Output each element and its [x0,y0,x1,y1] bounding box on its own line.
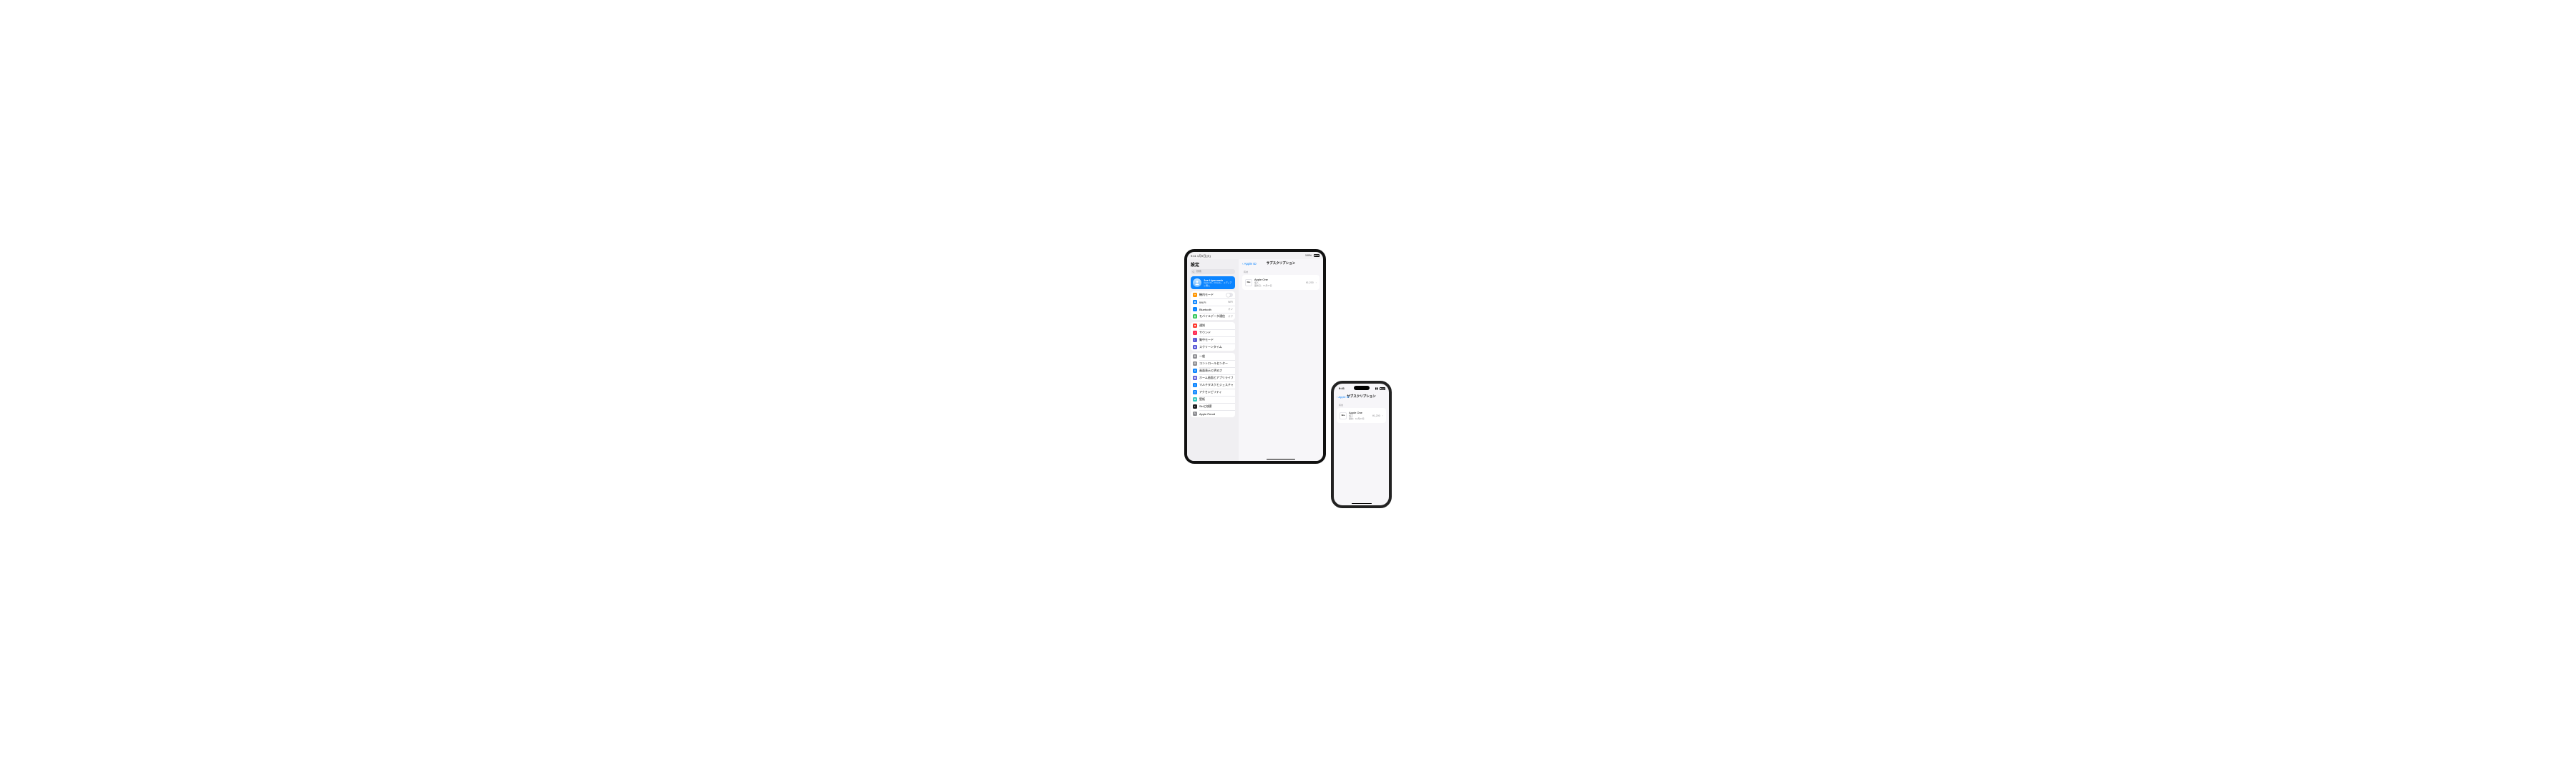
gear-icon: ⚙︎ [1193,354,1197,359]
apple-one-icon: One [1245,279,1252,286]
iphone-device: 9:41 ▮▮ ‹ Apple ID サブスクリプション 有効 One Appl… [1331,381,1392,508]
detail-title: サブスクリプション [1267,261,1296,266]
iphone-nav: ‹ Apple ID サブスクリプション [1334,392,1389,401]
ipad-status-bar: 9:41 1月9日(火) 100% [1187,252,1323,259]
search-icon [1192,271,1195,273]
status-battery-label: 100% [1305,254,1312,257]
screentime-icon: ⧗ [1193,345,1197,349]
row-general[interactable]: ⚙︎ 一般 [1191,353,1235,360]
row-control-center[interactable]: ⊞ コントロールセンター [1191,360,1235,367]
dynamic-island [1354,386,1370,390]
ipad-detail-nav: ‹ Apple ID サブスクリプション [1239,259,1323,268]
home-indicator [1352,503,1372,505]
siri-icon: ◐ [1193,404,1197,409]
apple-one-icon: One [1340,412,1347,419]
display-icon: A [1193,369,1197,373]
row-apple-pencil[interactable]: ✎ Apple Pencil [1191,410,1235,417]
accessibility-icon: ⦿ [1193,390,1197,394]
subscription-apple-one[interactable]: One Apple One 個人 更新日：10月27日 ¥1,200 › [1242,275,1319,290]
back-button[interactable]: ‹ Apple ID [1242,262,1257,266]
section-header-active: 有効 [1239,268,1323,275]
settings-group-notifications: ■ 通知 ♪ サウンド ☾ 集中モード ⧗ スクリーンタイム [1191,322,1235,351]
avatar [1193,278,1201,287]
row-wifi[interactable]: ◉ Wi-Fi WiFi [1191,298,1235,306]
chevron-right-icon: › [1382,414,1383,417]
pencil-icon: ✎ [1193,412,1197,416]
airplane-toggle[interactable] [1226,293,1233,297]
subscription-apple-one[interactable]: One Apple One 個人 更新：10月27日 ¥1,200 › [1337,408,1386,423]
row-focus[interactable]: ☾ 集中モード [1191,336,1235,344]
notification-icon: ■ [1193,324,1197,328]
row-bluetooth[interactable]: ⌵ Bluetooth オン [1191,306,1235,313]
ipad-detail-pane: ‹ Apple ID サブスクリプション 有効 One Apple One 個人… [1239,259,1323,461]
chevron-right-icon: › [1316,281,1317,284]
row-cellular[interactable]: ▮ モバイルデータ通信 オフ [1191,313,1235,320]
battery-icon [1380,387,1385,390]
row-homescreen[interactable]: ▦ ホーム画面とアプリライブラリ [1191,374,1235,381]
wallpaper-icon: ❀ [1193,397,1197,402]
device-showcase: 9:41 1月9日(火) 100% 設定 検索 Joe L [1184,249,1392,492]
row-notifications[interactable]: ■ 通知 [1191,322,1235,329]
settings-group-connectivity: ✈︎ 機内モード ◉ Wi-Fi WiFi ⌵ Bluetooth オン [1191,291,1235,320]
row-accessibility[interactable]: ⦿ アクセシビリティ [1191,389,1235,396]
control-center-icon: ⊞ [1193,361,1197,366]
signal-icon: ▮▮ [1375,386,1378,390]
focus-icon: ☾ [1193,338,1197,342]
multitask-icon: ▯ [1193,383,1197,387]
home-indicator [1267,459,1295,460]
cellular-icon: ▮ [1193,314,1197,319]
row-airplane-mode[interactable]: ✈︎ 機内モード [1191,291,1235,298]
row-sounds[interactable]: ♪ サウンド [1191,329,1235,336]
sound-icon: ♪ [1193,331,1197,335]
back-button[interactable]: ‹ Apple ID [1337,395,1350,399]
status-time: 9:41 1月9日(火) [1191,254,1211,258]
airplane-icon: ✈︎ [1193,293,1197,297]
battery-icon [1314,254,1319,257]
settings-group-general: ⚙︎ 一般 ⊞ コントロールセンター A 画面表示と明るさ ▦ ホーム画面とアプ… [1191,353,1235,417]
row-wallpaper[interactable]: ❀ 壁紙 [1191,396,1235,403]
chevron-left-icon: ‹ [1242,262,1244,266]
homescreen-icon: ▦ [1193,376,1197,380]
ipad-device: 9:41 1月9日(火) 100% 設定 検索 Joe L [1184,249,1326,464]
detail-title: サブスクリプション [1347,394,1376,399]
row-multitask[interactable]: ▯ マルチタスクとジェスチャ [1191,381,1235,389]
settings-title: 設定 [1187,259,1239,269]
search-input[interactable]: 検索 [1191,269,1235,274]
status-time: 9:41 [1339,386,1345,390]
row-screentime[interactable]: ⧗ スクリーンタイム [1191,344,1235,351]
row-siri[interactable]: ◐ Siriと検索 [1191,403,1235,410]
bluetooth-icon: ⌵ [1193,307,1197,311]
ipad-settings-sidebar: 設定 検索 Joe Lipscomb Apple ID、iCloud+、メディア… [1187,259,1239,461]
row-display[interactable]: A 画面表示と明るさ [1191,367,1235,374]
apple-id-card[interactable]: Joe Lipscomb Apple ID、iCloud+、メディアと購入 [1191,276,1235,289]
wifi-icon: ◉ [1193,300,1197,304]
